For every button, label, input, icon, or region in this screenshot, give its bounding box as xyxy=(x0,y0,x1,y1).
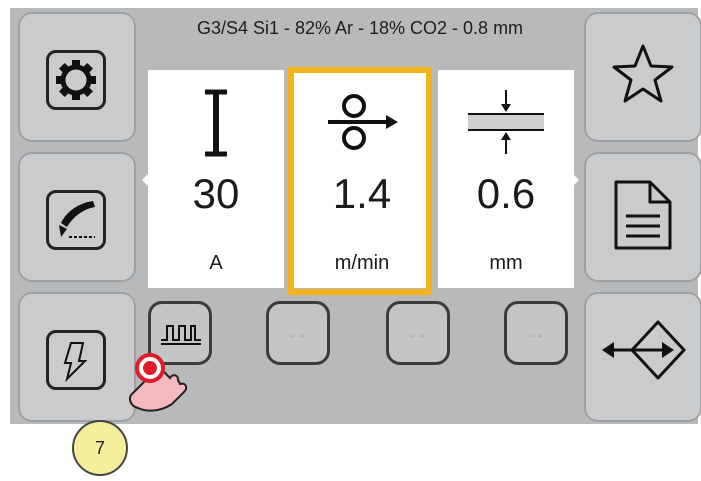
current-value: 30 xyxy=(192,170,240,217)
settings-button[interactable] xyxy=(18,12,136,142)
empty-slot-button-2[interactable]: - - xyxy=(386,301,450,365)
document-icon xyxy=(614,180,672,250)
gear-icon xyxy=(46,50,106,110)
param-thickness[interactable]: 0.6 mm xyxy=(438,70,574,288)
exit-arrow-icon xyxy=(602,320,686,380)
star-icon xyxy=(612,44,674,103)
touch-hand-icon xyxy=(129,353,188,412)
empty-slot-label: - - xyxy=(528,328,544,342)
empty-slot-button-3[interactable]: - - xyxy=(504,301,568,365)
empty-slot-button-1[interactable]: - - xyxy=(266,301,330,365)
welding-torch-icon xyxy=(46,190,106,250)
thickness-unit: mm xyxy=(489,252,523,274)
thickness-icon xyxy=(468,90,544,154)
empty-slot-label: - - xyxy=(290,328,306,342)
empty-slot-label: - - xyxy=(410,328,426,342)
torch-button[interactable] xyxy=(18,152,136,282)
current-icon xyxy=(205,89,227,157)
exit-button[interactable] xyxy=(584,292,701,422)
step-callout: 7 xyxy=(72,420,128,476)
process-title: G3/S4 Si1 - 82% Ar - 18% CO2 - 0.8 mm xyxy=(196,18,524,38)
selection-highlight xyxy=(288,67,432,295)
current-unit: A xyxy=(209,252,223,274)
jobs-button[interactable] xyxy=(584,152,701,282)
trigger-mode-button[interactable] xyxy=(18,292,136,422)
param-current[interactable]: 30 A xyxy=(148,70,284,288)
thickness-value: 0.6 xyxy=(476,170,536,217)
trigger-icon xyxy=(46,330,106,390)
favorites-button[interactable] xyxy=(584,12,701,142)
